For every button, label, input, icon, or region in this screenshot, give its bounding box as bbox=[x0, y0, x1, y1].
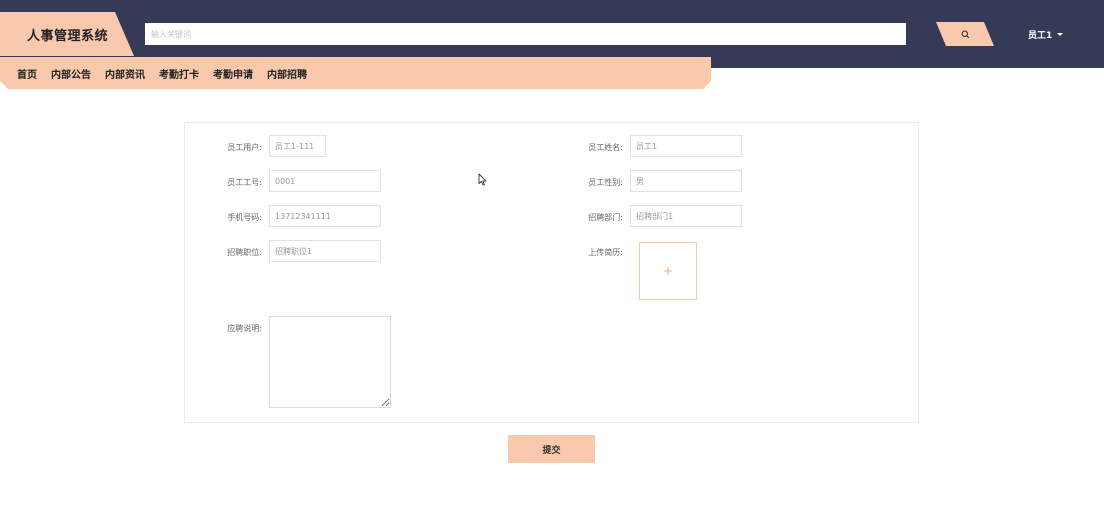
phone-field[interactable] bbox=[269, 205, 381, 227]
description-textarea[interactable] bbox=[269, 316, 391, 408]
app-title: 人事管理系统 bbox=[27, 28, 109, 44]
user-menu[interactable]: 员工1 bbox=[1028, 28, 1064, 41]
search-input[interactable] bbox=[145, 23, 906, 45]
description-label: 应聘说明: bbox=[227, 324, 262, 333]
position-label: 招聘职位: bbox=[227, 248, 262, 257]
nav-item-home[interactable]: 首页 bbox=[17, 66, 37, 81]
gender-field[interactable] bbox=[630, 170, 742, 192]
employee-no-field[interactable] bbox=[269, 170, 381, 192]
search-icon bbox=[961, 30, 969, 38]
nav-item-announcements[interactable]: 内部公告 bbox=[51, 66, 91, 81]
user-name: 员工1 bbox=[1028, 30, 1053, 41]
account-label: 员工用户: bbox=[227, 143, 262, 152]
resume-upload[interactable]: + bbox=[639, 242, 697, 300]
department-field[interactable] bbox=[630, 205, 742, 227]
plus-icon: + bbox=[662, 264, 674, 278]
account-field[interactable] bbox=[269, 135, 326, 157]
submit-button[interactable]: 提交 bbox=[508, 435, 595, 463]
app-brand: 人事管理系统 bbox=[0, 12, 134, 56]
resume-label: 上传简历: bbox=[588, 248, 623, 257]
name-field[interactable] bbox=[630, 135, 742, 157]
position-field[interactable] bbox=[269, 240, 381, 262]
search-button[interactable] bbox=[936, 22, 994, 46]
department-label: 招聘部门: bbox=[588, 213, 623, 222]
caret-down-icon bbox=[1057, 32, 1064, 36]
nav-item-news[interactable]: 内部资讯 bbox=[105, 66, 145, 81]
nav-item-attendance-request[interactable]: 考勤申请 bbox=[213, 66, 253, 81]
name-label: 员工姓名: bbox=[588, 143, 623, 152]
gender-label: 员工性别: bbox=[588, 178, 623, 187]
phone-label: 手机号码: bbox=[227, 213, 262, 222]
mouse-cursor-icon bbox=[478, 173, 487, 186]
nav-item-attendance-checkin[interactable]: 考勤打卡 bbox=[159, 66, 199, 81]
main-nav: 首页 内部公告 内部资讯 考勤打卡 考勤申请 内部招聘 bbox=[0, 57, 711, 89]
nav-item-recruitment[interactable]: 内部招聘 bbox=[267, 66, 307, 81]
employee-no-label: 员工工号: bbox=[227, 178, 262, 187]
